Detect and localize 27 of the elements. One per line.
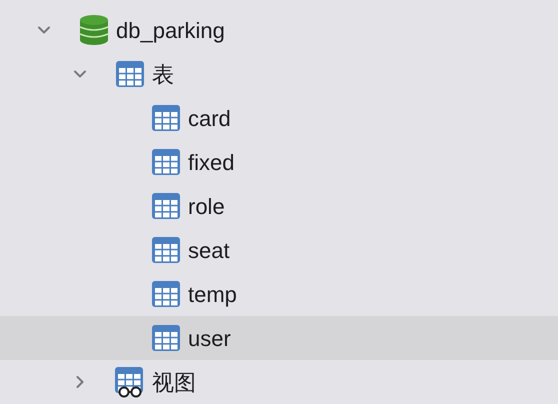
table-icon	[151, 235, 181, 265]
item-label: user	[188, 324, 231, 352]
item-label: temp	[188, 280, 237, 309]
table-icon	[151, 103, 181, 133]
tree-item[interactable]: seat	[0, 228, 558, 272]
tree-item[interactable]: user	[0, 316, 558, 360]
tree-item[interactable]: fixed	[0, 140, 558, 184]
database-icon	[79, 14, 109, 46]
item-label: card	[188, 104, 231, 132]
table-icon	[151, 323, 181, 353]
item-label: role	[188, 192, 225, 220]
tree-item[interactable]: db_parking	[0, 8, 558, 52]
table-icon	[151, 279, 181, 309]
tree-item[interactable]: role	[0, 184, 558, 228]
item-label: seat	[188, 236, 230, 264]
table-icon	[115, 59, 145, 89]
tree-item[interactable]: temp	[0, 272, 558, 316]
item-label: 视图	[152, 368, 196, 396]
table-glasses-icon	[114, 366, 146, 398]
item-label: db_parking	[116, 16, 225, 45]
tree-item[interactable]: 表	[0, 52, 558, 96]
table-icon	[151, 191, 181, 221]
item-label: 表	[152, 60, 174, 88]
item-label: fixed	[188, 148, 234, 176]
table-icon	[151, 147, 181, 177]
tree-item[interactable]: 视图	[0, 360, 558, 404]
tree-item[interactable]: card	[0, 96, 558, 140]
